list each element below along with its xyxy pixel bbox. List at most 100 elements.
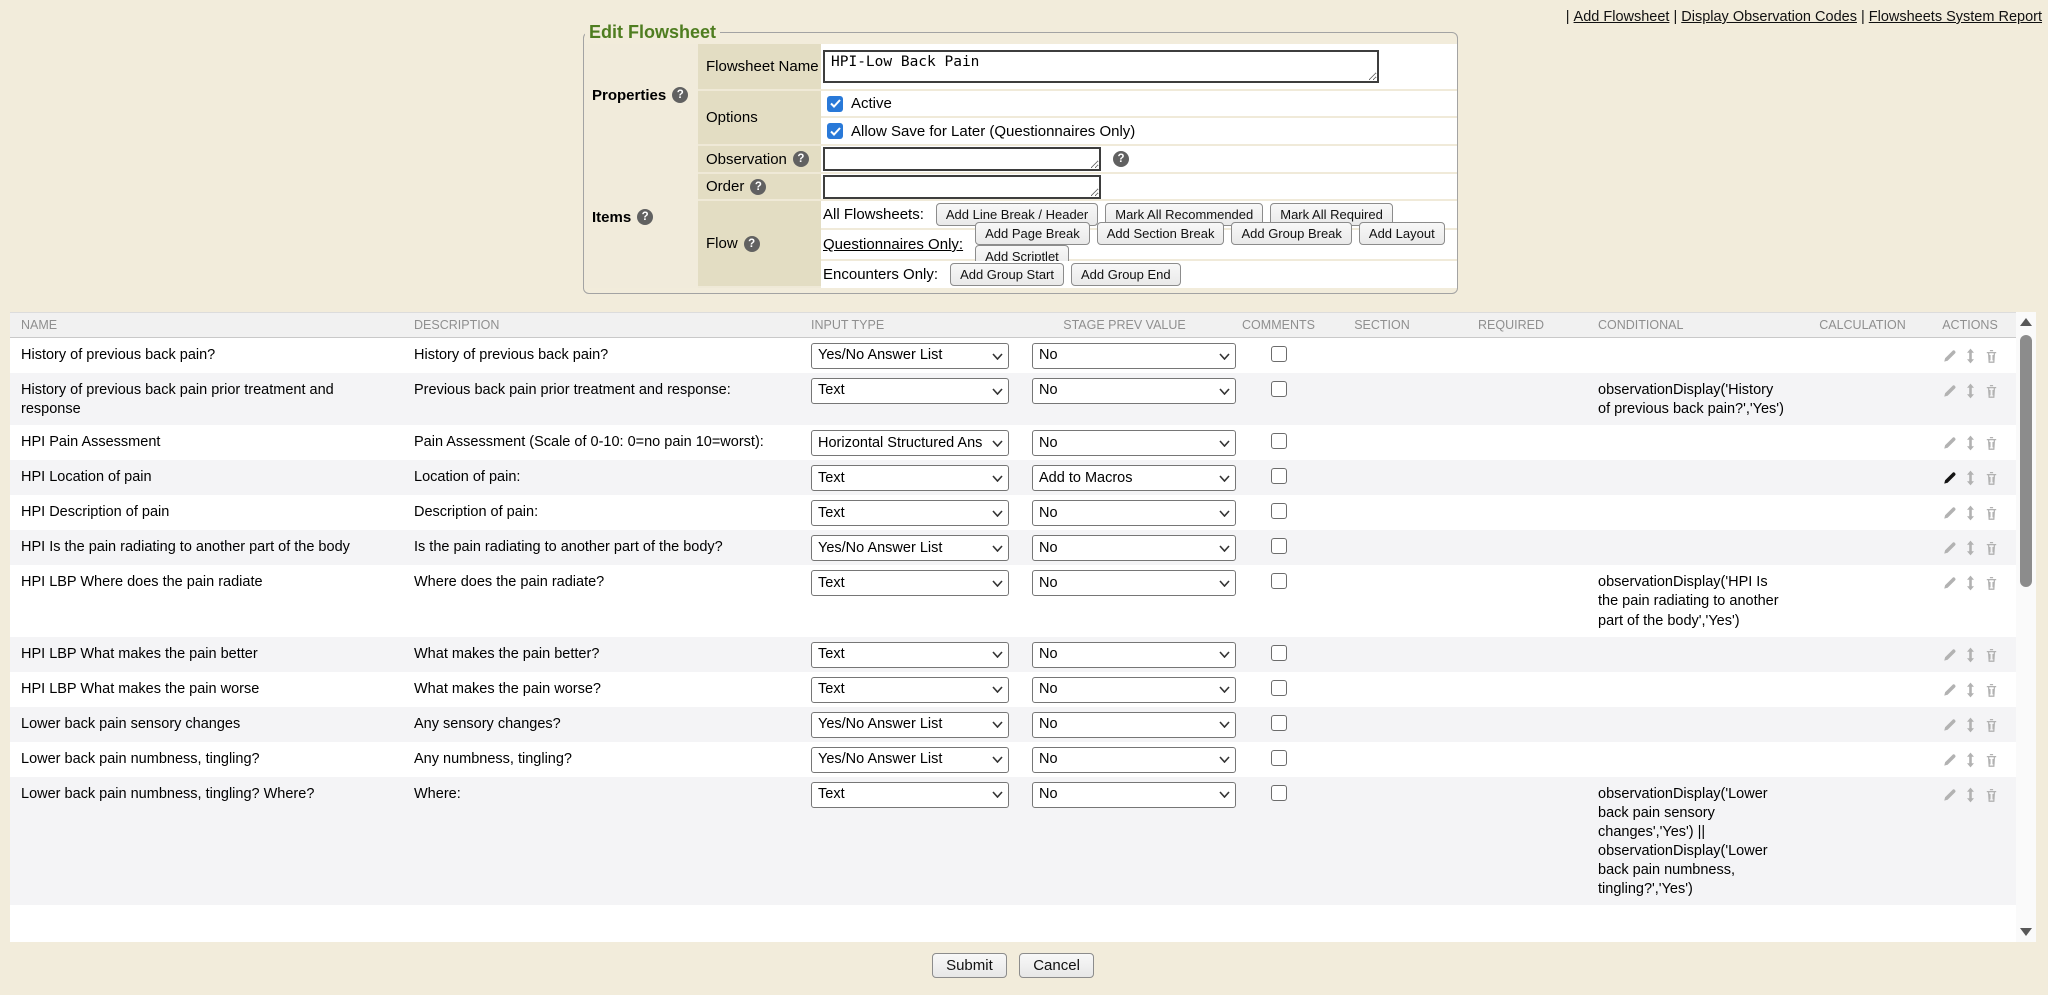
help-icon[interactable]: ?	[672, 87, 688, 103]
move-row-icon[interactable]	[1965, 717, 1976, 733]
edit-icon[interactable]	[1942, 435, 1957, 451]
move-row-icon[interactable]	[1965, 540, 1976, 556]
comments-checkbox[interactable]	[1271, 468, 1287, 484]
stage-prev-value-select[interactable]: No	[1032, 378, 1236, 404]
stage-prev-value-select[interactable]: No	[1032, 430, 1236, 456]
input-type-select[interactable]: Horizontal Structured Ans	[811, 430, 1009, 456]
comments-checkbox[interactable]	[1271, 680, 1287, 696]
delete-icon[interactable]	[1984, 383, 1999, 399]
move-row-icon[interactable]	[1965, 348, 1976, 364]
help-icon[interactable]: ?	[1113, 151, 1129, 167]
edit-icon[interactable]	[1942, 647, 1957, 663]
edit-icon[interactable]	[1942, 470, 1957, 486]
comments-checkbox[interactable]	[1271, 381, 1287, 397]
input-type-select[interactable]: Yes/No Answer List	[811, 343, 1009, 369]
edit-icon[interactable]	[1942, 540, 1957, 556]
delete-icon[interactable]	[1984, 540, 1999, 556]
delete-icon[interactable]	[1984, 435, 1999, 451]
stage-prev-value-select[interactable]: No	[1032, 535, 1236, 561]
comments-checkbox[interactable]	[1271, 645, 1287, 661]
input-type-select[interactable]: Text	[811, 500, 1009, 526]
stage-prev-value-select[interactable]: Add to Macros	[1032, 465, 1236, 491]
scrollbar-up-arrow-icon[interactable]	[2020, 318, 2032, 326]
flow-button[interactable]: Add Layout	[1359, 222, 1445, 245]
input-type-cell: Text	[793, 672, 1014, 707]
comments-checkbox[interactable]	[1271, 503, 1287, 519]
edit-icon[interactable]	[1942, 383, 1957, 399]
top-link[interactable]: Add Flowsheet	[1574, 9, 1670, 25]
move-row-icon[interactable]	[1965, 682, 1976, 698]
delete-icon[interactable]	[1984, 717, 1999, 733]
flow-button[interactable]: Add Section Break	[1097, 222, 1225, 245]
edit-icon[interactable]	[1942, 348, 1957, 364]
delete-icon[interactable]	[1984, 505, 1999, 521]
allow-save-checkbox[interactable]	[827, 123, 843, 139]
delete-icon[interactable]	[1984, 348, 1999, 364]
comments-checkbox[interactable]	[1271, 785, 1287, 801]
move-row-icon[interactable]	[1965, 787, 1976, 803]
input-type-select[interactable]: Text	[811, 378, 1009, 404]
delete-icon[interactable]	[1984, 575, 1999, 591]
input-type-select[interactable]: Text	[811, 465, 1009, 491]
input-type-select[interactable]: Yes/No Answer List	[811, 712, 1009, 738]
flow-button[interactable]: Add Page Break	[975, 222, 1090, 245]
order-input[interactable]	[823, 175, 1101, 199]
delete-icon[interactable]	[1984, 470, 1999, 486]
input-type-select[interactable]: Text	[811, 782, 1009, 808]
comments-checkbox[interactable]	[1271, 715, 1287, 731]
delete-icon[interactable]	[1984, 752, 1999, 768]
stage-prev-value-select[interactable]: No	[1032, 343, 1236, 369]
stage-prev-value-select[interactable]: No	[1032, 500, 1236, 526]
move-row-icon[interactable]	[1965, 575, 1976, 591]
input-type-select[interactable]: Text	[811, 677, 1009, 703]
input-type-select[interactable]: Yes/No Answer List	[811, 747, 1009, 773]
move-row-icon[interactable]	[1965, 505, 1976, 521]
input-type-select[interactable]: Text	[811, 570, 1009, 596]
actions-cell	[1935, 495, 2005, 530]
help-icon[interactable]: ?	[793, 151, 809, 167]
help-icon[interactable]: ?	[750, 179, 766, 195]
scrollbar-thumb[interactable]	[2020, 335, 2032, 587]
delete-icon[interactable]	[1984, 647, 1999, 663]
flow-button[interactable]: Add Group Break	[1231, 222, 1351, 245]
move-row-icon[interactable]	[1965, 435, 1976, 451]
help-icon[interactable]: ?	[744, 236, 760, 252]
edit-icon[interactable]	[1942, 787, 1957, 803]
comments-checkbox[interactable]	[1271, 433, 1287, 449]
move-row-icon[interactable]	[1965, 752, 1976, 768]
comments-checkbox[interactable]	[1271, 750, 1287, 766]
stage-prev-value-select[interactable]: No	[1032, 782, 1236, 808]
comments-checkbox[interactable]	[1271, 538, 1287, 554]
cancel-button[interactable]: Cancel	[1019, 953, 1094, 978]
edit-icon[interactable]	[1942, 752, 1957, 768]
observation-input[interactable]	[823, 147, 1101, 171]
input-type-select[interactable]: Yes/No Answer List	[811, 535, 1009, 561]
edit-icon[interactable]	[1942, 717, 1957, 733]
input-type-select[interactable]: Text	[811, 642, 1009, 668]
delete-icon[interactable]	[1984, 787, 1999, 803]
top-link[interactable]: Flowsheets System Report	[1869, 9, 2042, 25]
stage-prev-value: No	[1039, 434, 1216, 453]
edit-icon[interactable]	[1942, 682, 1957, 698]
move-row-icon[interactable]	[1965, 383, 1976, 399]
comments-checkbox[interactable]	[1271, 573, 1287, 589]
submit-button[interactable]: Submit	[932, 953, 1007, 978]
help-icon[interactable]: ?	[637, 209, 653, 225]
comments-checkbox[interactable]	[1271, 346, 1287, 362]
scrollbar-down-arrow-icon[interactable]	[2020, 928, 2032, 936]
flow-button[interactable]: Add Group Start	[950, 263, 1064, 286]
top-link[interactable]: Display Observation Codes	[1681, 9, 1857, 25]
stage-prev-value-select[interactable]: No	[1032, 642, 1236, 668]
active-checkbox[interactable]	[827, 96, 843, 112]
edit-icon[interactable]	[1942, 575, 1957, 591]
move-row-icon[interactable]	[1965, 647, 1976, 663]
flow-button[interactable]: Add Group End	[1071, 263, 1181, 286]
flowsheet-name-input[interactable]: HPI-Low Back Pain	[823, 50, 1379, 83]
move-row-icon[interactable]	[1965, 470, 1976, 486]
edit-icon[interactable]	[1942, 505, 1957, 521]
stage-prev-value-select[interactable]: No	[1032, 712, 1236, 738]
delete-icon[interactable]	[1984, 682, 1999, 698]
stage-prev-value-select[interactable]: No	[1032, 747, 1236, 773]
stage-prev-value-select[interactable]: No	[1032, 570, 1236, 596]
stage-prev-value-select[interactable]: No	[1032, 677, 1236, 703]
